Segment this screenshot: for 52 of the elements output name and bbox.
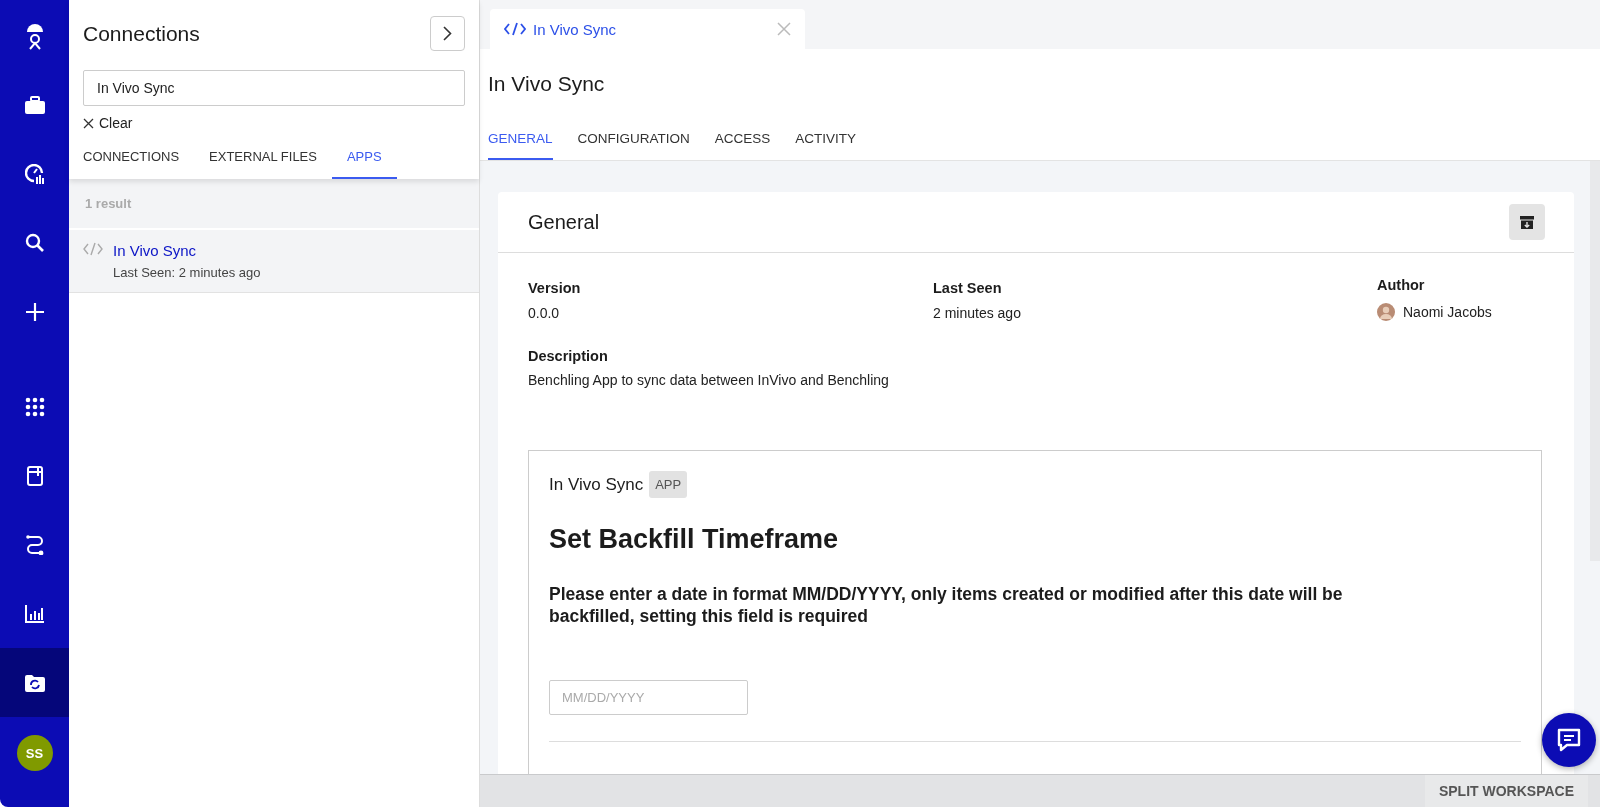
field-value: Benchling App to sync data between InVivo and Benchling [528,372,890,388]
scrollbar[interactable] [1590,161,1600,561]
section-tab[interactable]: CONFIGURATION [577,131,690,160]
instruction-text: Please enter a date in format MM/DD/YYYY, only items created or modified after this date will be backfilled, setting this field is required [549,583,1344,627]
grid-dots-icon [24,396,45,417]
date-input-field[interactable]: MM/DD/YYYY [549,680,748,715]
author-name[interactable]: Naomi Jacobs [1403,304,1492,320]
section-heading: Set Backfill Timeframe [549,524,840,555]
field-label: Author [1377,277,1426,293]
app-name: In Vivo Sync [549,474,644,495]
split-workspace-button[interactable]: SPLIT WORKSPACE [1424,775,1588,807]
briefcase-icon [24,95,45,114]
code-icon [83,242,103,256]
field-label: Version [528,280,582,296]
field-label: Last Seen [933,280,1003,296]
result-name: In Vivo Sync [113,242,198,259]
notebook-icon [26,465,43,486]
card-title: General [528,210,600,234]
search-field[interactable]: In Vivo Sync [83,70,465,106]
close-icon [83,117,94,129]
gauge-chart-icon [24,163,45,184]
clear-button[interactable]: Clear [83,115,133,131]
route-icon [25,534,44,555]
field-label: Description [528,348,609,364]
panel-tab[interactable]: EXTERNAL FILES [209,141,317,179]
archive-button[interactable] [1509,204,1545,240]
chevron-right-icon [443,26,452,41]
user-avatar-icon [1377,303,1395,321]
code-icon [504,22,526,36]
document-tab[interactable]: In Vivo Sync [490,9,805,49]
chat-button[interactable] [1542,713,1596,767]
section-tab[interactable]: GENERAL [488,131,553,160]
nav-item[interactable] [0,648,69,717]
result-detail: Last Seen: 2 minutes ago [113,265,261,280]
bar-chart-icon [24,604,45,623]
result-count: 1 result [69,179,479,228]
section-tab[interactable]: ACTIVITY [795,131,857,160]
page-title: In Vivo Sync [488,72,606,96]
expand-button[interactable] [430,16,465,51]
panel-title: Connections [83,21,200,46]
result-item[interactable]: In Vivo Sync Last Seen: 2 minutes ago [69,228,479,293]
panel-tab[interactable]: CONNECTIONS [83,141,180,179]
sync-folder-icon [24,673,45,692]
chat-icon [1556,727,1582,753]
field-value: 0.0.0 [528,305,561,321]
app-badge: APP [649,471,688,498]
section-tab[interactable]: ACCESS [714,131,771,160]
search-icon [24,232,45,253]
plus-icon [24,301,45,322]
archive-icon [1520,215,1534,229]
tab-label: In Vivo Sync [533,20,618,38]
field-value: 2 minutes ago [933,305,1022,321]
